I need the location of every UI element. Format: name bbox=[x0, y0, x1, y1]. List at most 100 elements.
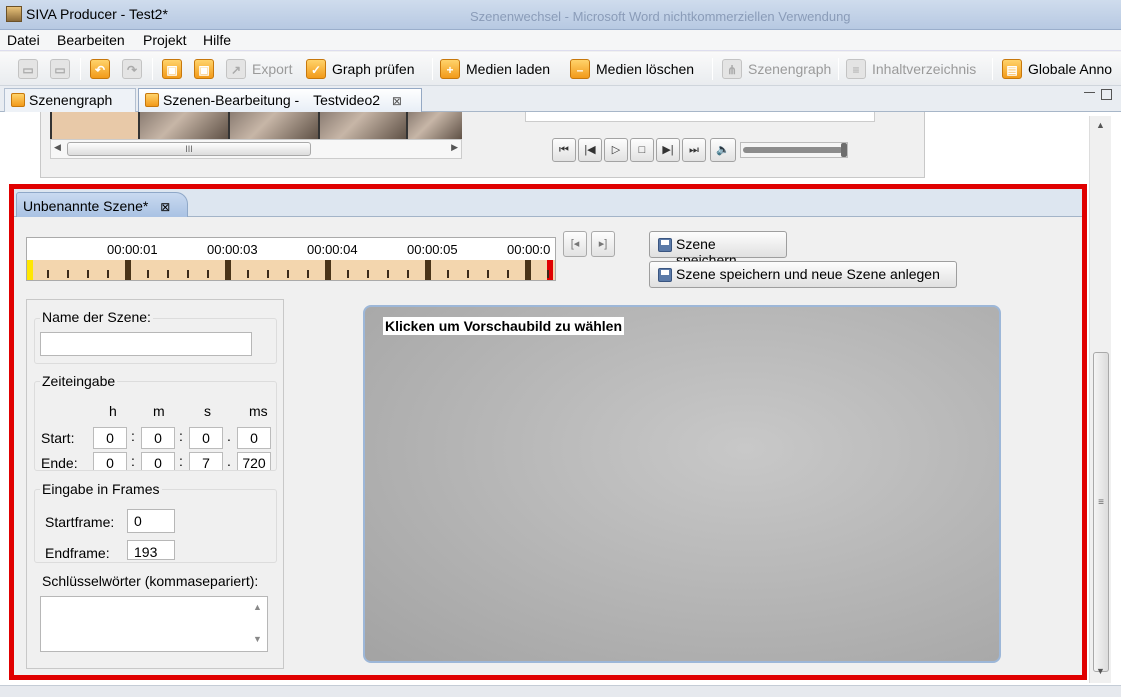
menu-projekt[interactable]: Projekt bbox=[143, 32, 187, 48]
close-project-button[interactable]: ▭ bbox=[50, 57, 76, 81]
end-minutes-input[interactable]: 0 bbox=[141, 452, 175, 470]
next-frame-button[interactable]: ▶| bbox=[656, 138, 680, 162]
end-seconds-input[interactable]: 7 bbox=[189, 452, 223, 470]
undo-button[interactable]: ↶ bbox=[90, 57, 116, 81]
menu-datei[interactable]: Datei bbox=[7, 32, 40, 48]
start-hours-input[interactable]: 0 bbox=[93, 427, 127, 449]
ms-header: ms bbox=[249, 403, 268, 419]
graph-check-icon: ✓ bbox=[306, 59, 326, 79]
tab-szenengraph-label: Szenengraph bbox=[29, 92, 113, 108]
start-label: Start: bbox=[41, 430, 75, 446]
thumbnail-strip[interactable] bbox=[50, 112, 462, 139]
scene-timeline[interactable]: 00:00:01 00:00:03 00:00:04 00:00:05 00:0… bbox=[26, 237, 556, 281]
keywords-scroll-down-icon[interactable]: ▼ bbox=[253, 634, 262, 644]
timeline-tick bbox=[187, 270, 189, 278]
last-frame-button[interactable]: ⏭ bbox=[682, 138, 706, 162]
title-bar: SIVA Producer - Test2* Szenenwechsel - M… bbox=[0, 0, 1121, 30]
jump-start-button[interactable]: [◂ bbox=[563, 231, 587, 257]
scene-tab-close-icon[interactable]: ⊠ bbox=[160, 200, 170, 214]
close-project-icon: ▭ bbox=[50, 59, 70, 79]
redo-button[interactable]: ↷ bbox=[122, 57, 148, 81]
video-progress[interactable] bbox=[525, 112, 875, 122]
keywords-scroll-up-icon[interactable]: ▲ bbox=[253, 602, 262, 612]
medien-loeschen-button[interactable]: – Medien löschen bbox=[570, 57, 694, 81]
graph-pruefen-button[interactable]: ✓ Graph prüfen bbox=[306, 57, 415, 81]
end-label: Ende: bbox=[41, 455, 78, 470]
status-strip bbox=[0, 685, 1121, 697]
startframe-input[interactable]: 0 bbox=[127, 509, 175, 533]
timeline-tick bbox=[167, 270, 169, 278]
volume-knob[interactable] bbox=[841, 143, 847, 157]
timeline-label: 00:00:0 bbox=[507, 242, 551, 257]
szenengraph-label: Szenengraph bbox=[748, 61, 832, 77]
szenengraph-tab-icon bbox=[11, 93, 25, 107]
scene-name-input[interactable] bbox=[40, 332, 252, 356]
scene-tab[interactable]: Unbenannte Szene* ⊠ bbox=[16, 192, 188, 217]
play-button[interactable]: ▷ bbox=[604, 138, 628, 162]
save-button[interactable]: ▣ bbox=[162, 57, 188, 81]
scene-save-new-button[interactable]: Szene speichern und neue Szene anlegen bbox=[649, 261, 957, 288]
timeline-tick bbox=[347, 270, 349, 278]
timeline-label: 00:00:01 bbox=[107, 242, 158, 257]
end-ms-input[interactable]: 720 bbox=[237, 452, 271, 470]
export-icon: ↗ bbox=[226, 59, 246, 79]
volume-fill bbox=[743, 147, 843, 153]
timeline-start-marker[interactable] bbox=[27, 260, 33, 280]
minus-icon: – bbox=[570, 59, 590, 79]
stop-button[interactable]: □ bbox=[630, 138, 654, 162]
menu-bearbeiten[interactable]: Bearbeiten bbox=[57, 32, 125, 48]
globale-annotation-button[interactable]: ▤ Globale Anno bbox=[1002, 57, 1112, 81]
medien-laden-button[interactable]: + Medien laden bbox=[440, 57, 550, 81]
first-frame-button[interactable]: ⏮ bbox=[552, 138, 576, 162]
jump-end-button[interactable]: ▸] bbox=[591, 231, 615, 257]
frames-group-label: Eingabe in Frames bbox=[40, 481, 162, 497]
hours-header: h bbox=[109, 403, 117, 419]
timeline-major-tick bbox=[525, 260, 531, 280]
keywords-textarea[interactable] bbox=[40, 596, 268, 652]
scroll-right-icon[interactable]: ▶ bbox=[451, 142, 458, 153]
tab-edit-video: Testvideo2 bbox=[313, 92, 381, 108]
preview-image[interactable]: Klicken um Vorschaubild zu wählen bbox=[363, 305, 1001, 663]
timeline-major-tick bbox=[125, 260, 131, 280]
scrollbar-thumb[interactable]: III bbox=[67, 142, 311, 156]
time-group-label: Zeiteingabe bbox=[40, 373, 118, 389]
undo-icon: ↶ bbox=[90, 59, 110, 79]
menu-hilfe[interactable]: Hilfe bbox=[203, 32, 231, 48]
tab-szenengraph[interactable]: Szenengraph bbox=[4, 88, 136, 112]
endframe-input[interactable]: 193 bbox=[127, 540, 175, 560]
plus-icon: + bbox=[440, 59, 460, 79]
start-seconds-input[interactable]: 0 bbox=[189, 427, 223, 449]
tab-szenen-bearbeitung[interactable]: Szenen-Bearbeitung - Testvideo2 ⊠ bbox=[138, 88, 422, 112]
scene-save-button[interactable]: Szene speichern bbox=[649, 231, 787, 268]
save-icon: ▣ bbox=[162, 59, 182, 79]
timeline-tick bbox=[387, 270, 389, 278]
save-as-button[interactable]: ▣ bbox=[194, 57, 220, 81]
scroll-up-icon[interactable]: ▲ bbox=[1096, 120, 1105, 130]
start-minutes-input[interactable]: 0 bbox=[141, 427, 175, 449]
timeline-major-tick bbox=[225, 260, 231, 280]
new-button[interactable]: ▭ bbox=[18, 57, 44, 81]
vertical-scroll-thumb[interactable]: ≡ bbox=[1093, 352, 1109, 672]
timeline-tick bbox=[47, 270, 49, 278]
scroll-down-icon[interactable]: ▼ bbox=[1096, 666, 1105, 676]
volume-icon[interactable]: 🔈 bbox=[710, 138, 736, 162]
szenengraph-button[interactable]: ⋔ Szenengraph bbox=[722, 57, 831, 81]
redo-icon: ↷ bbox=[122, 59, 142, 79]
graph-icon: ⋔ bbox=[722, 59, 742, 79]
inhaltsverzeichnis-button[interactable]: ≡ Inhaltverzeichnis bbox=[846, 57, 976, 81]
vertical-scrollbar[interactable]: ▲ ≡ ▼ bbox=[1089, 116, 1111, 683]
tab-close-icon[interactable]: ⊠ bbox=[392, 94, 402, 108]
maximize-icon[interactable] bbox=[1101, 89, 1112, 100]
prev-frame-button[interactable]: |◀ bbox=[578, 138, 602, 162]
export-button[interactable]: ↗ Export bbox=[226, 57, 292, 81]
volume-slider[interactable] bbox=[740, 142, 848, 158]
medien-laden-label: Medien laden bbox=[466, 61, 551, 77]
timeline-tick bbox=[207, 270, 209, 278]
startframe-label: Startframe: bbox=[45, 514, 115, 530]
tab-edit-title: Szenen-Bearbeitung - bbox=[163, 92, 300, 108]
end-hours-input[interactable]: 0 bbox=[93, 452, 127, 470]
thumbnail-scrollbar[interactable]: ◀ III ▶ bbox=[50, 139, 462, 159]
start-ms-input[interactable]: 0 bbox=[237, 427, 271, 449]
scroll-left-icon[interactable]: ◀ bbox=[54, 142, 61, 153]
minimize-icon[interactable] bbox=[1084, 90, 1095, 93]
